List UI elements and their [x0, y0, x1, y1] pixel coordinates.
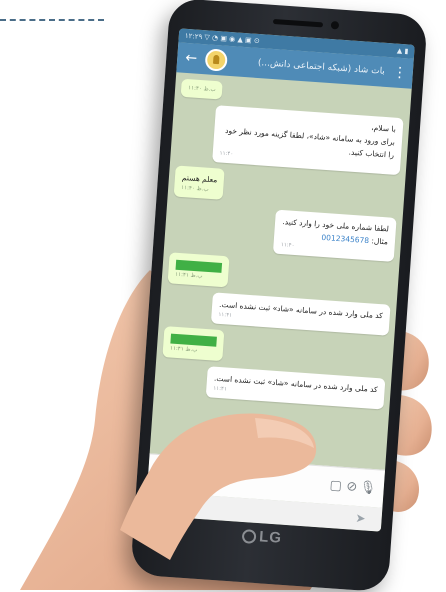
smartphone: ۱۲:۲۹ ▽ ◔ ▣ ◉ ▲ ▣ ⊙ ▲ ▮ ← بات شاد (شبکه …	[130, 0, 428, 592]
chat-title[interactable]: بات شاد (شبکه اجتماعی دانش...)	[235, 56, 386, 77]
outgoing-message[interactable]: معلم هستم ۱۱:۴۰ ب.ظ	[173, 165, 226, 200]
front-camera	[330, 20, 340, 30]
message-link[interactable]: 0012345678	[321, 233, 369, 245]
phone-screen: ۱۲:۲۹ ▽ ◔ ▣ ◉ ▲ ▣ ⊙ ▲ ▮ ← بات شاد (شبکه …	[145, 28, 415, 532]
message-time: ۱۱:۴۱ ب.ظ	[174, 271, 203, 280]
brand-label: LG	[258, 528, 283, 547]
status-bar-right: ▲ ▮	[396, 46, 409, 56]
message-time: ۱۱:۴۱ ب.ظ	[169, 345, 198, 354]
mic-icon[interactable]: 🎙	[359, 480, 377, 496]
emoji-icon[interactable]: ☺	[156, 466, 173, 482]
incoming-message[interactable]: لطفا شماره ملی خود را وارد کنید. مثال: 0…	[273, 209, 397, 262]
outgoing-message[interactable]: ۱۱:۴۰ ب.ظ	[180, 78, 224, 100]
bot-avatar[interactable]	[204, 48, 228, 72]
outgoing-message[interactable]: ۱۱:۴۱ ب.ظ	[167, 252, 230, 288]
incoming-message[interactable]: کد ملی وارد شده در سامانه «شاد» ثبت نشده…	[205, 366, 386, 410]
attach-icon[interactable]: ⊘	[343, 479, 360, 495]
outgoing-message[interactable]: ۱۱:۴۱ ب.ظ	[162, 326, 225, 362]
send-icon[interactable]: ➤	[355, 511, 366, 526]
earpiece-speaker	[272, 18, 324, 28]
message-text: معلم هستم	[181, 172, 218, 185]
message-list: ۱۱:۴۰ ب.ظ با سلام، برای ورود به سامانه «ش…	[150, 72, 412, 470]
redacted-block	[175, 259, 223, 273]
camera-icon[interactable]: ▢	[327, 478, 344, 494]
incoming-message[interactable]: کد ملی وارد شده در سامانه «شاد» ثبت نشده…	[210, 292, 391, 336]
message-time: ۱۱:۴۰ ب.ظ	[181, 184, 209, 193]
redacted-block	[170, 333, 217, 347]
more-vert-icon[interactable]: ⋮	[392, 64, 407, 81]
message-time: ۱۱:۴۰ ب.ظ	[187, 85, 216, 94]
incoming-message[interactable]: با سلام، برای ورود به سامانه «شاد»، لطفا…	[211, 105, 404, 176]
arrow-left-icon[interactable]: ←	[185, 50, 198, 67]
